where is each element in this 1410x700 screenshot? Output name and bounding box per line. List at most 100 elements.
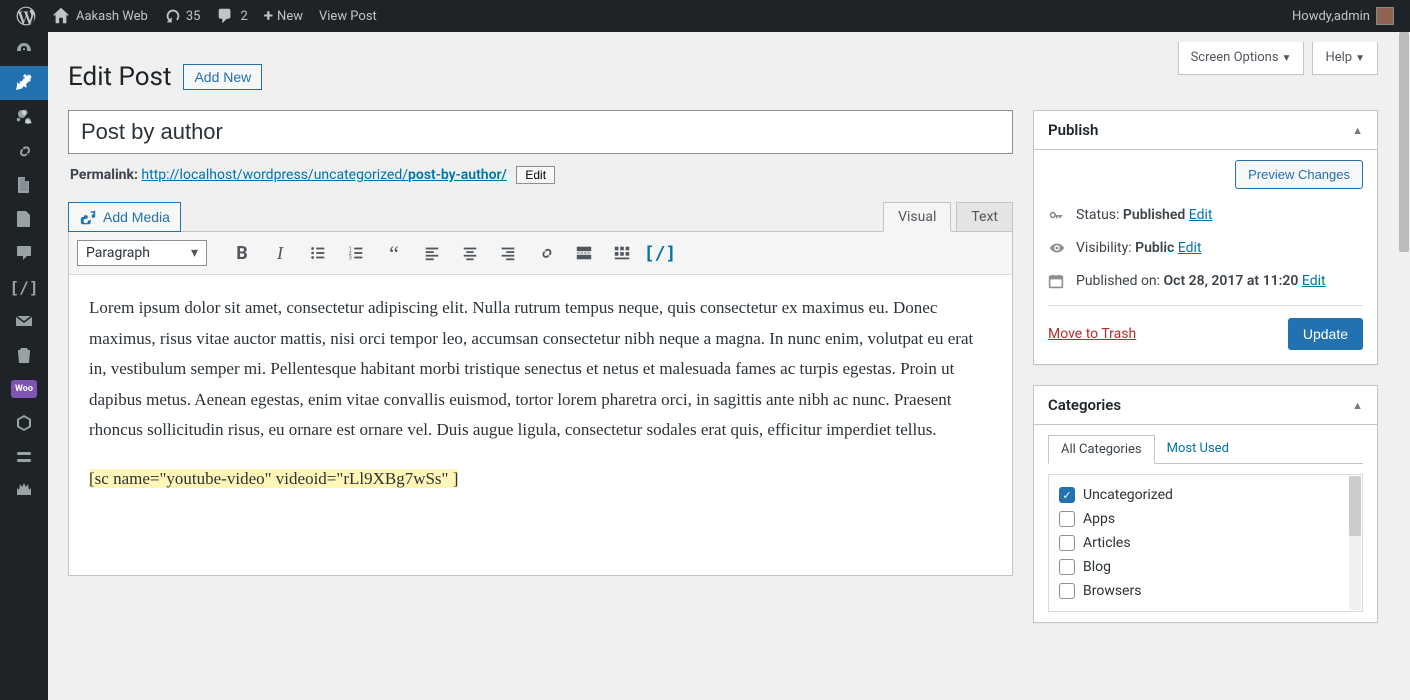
- visibility-value: Public: [1135, 240, 1174, 256]
- avatar: [1376, 7, 1394, 25]
- add-media-label: Add Media: [103, 209, 170, 225]
- link-button[interactable]: [529, 238, 563, 268]
- camera-music-icon: [79, 208, 97, 226]
- checkbox-icon[interactable]: [1059, 535, 1075, 551]
- admin-toolbar: Aakash Web 35 2 +New View Post Howdy, ad…: [0, 0, 1410, 32]
- view-post-label: View Post: [319, 9, 377, 24]
- page-scrollbar[interactable]: [1398, 32, 1410, 700]
- read-more-button[interactable]: [567, 238, 601, 268]
- menu-trash[interactable]: [0, 338, 48, 372]
- my-account-link[interactable]: Howdy, admin: [1284, 0, 1402, 32]
- menu-shortcoder[interactable]: [/]: [0, 270, 48, 304]
- category-label: Apps: [1083, 511, 1115, 527]
- menu-products[interactable]: [0, 406, 48, 440]
- plus-icon: +: [264, 6, 273, 26]
- comments-count: 2: [240, 9, 247, 24]
- published-edit-link[interactable]: Edit: [1302, 273, 1326, 289]
- checkbox-icon[interactable]: [1059, 559, 1075, 575]
- site-name-link[interactable]: Aakash Web: [44, 0, 156, 32]
- post-title-input[interactable]: [68, 110, 1013, 154]
- screen-options-button[interactable]: Screen Options▼: [1178, 42, 1305, 75]
- menu-plugin2[interactable]: [0, 474, 48, 508]
- menu-pages[interactable]: [0, 168, 48, 202]
- categories-list: ✓ Uncategorized Apps Articles Blog Browse…: [1048, 474, 1363, 612]
- key-icon: [1048, 207, 1066, 223]
- category-item[interactable]: Articles: [1059, 531, 1352, 555]
- format-select[interactable]: Paragraph: [77, 240, 207, 266]
- view-post-link[interactable]: View Post: [311, 0, 385, 32]
- permalink-link[interactable]: http://localhost/wordpress/uncategorized…: [141, 167, 506, 183]
- page-title: Edit Post: [68, 62, 171, 92]
- editor-shortcode: [sc name="youtube-video" videoid="rLl9XB…: [89, 469, 458, 488]
- wp-logo-menu[interactable]: [8, 0, 44, 32]
- publish-postbox: Publish ▲ Preview Changes Status: Publis…: [1033, 110, 1378, 365]
- bold-button[interactable]: B: [225, 238, 259, 268]
- chevron-down-icon: ▼: [1355, 53, 1365, 64]
- menu-woocommerce[interactable]: Woo: [11, 380, 37, 398]
- category-item[interactable]: Blog: [1059, 555, 1352, 579]
- category-item[interactable]: Apps: [1059, 507, 1352, 531]
- howdy-prefix: Howdy,: [1292, 9, 1334, 24]
- updates-link[interactable]: 35: [156, 0, 209, 32]
- categories-heading: Categories: [1048, 396, 1121, 414]
- editor-tab-text[interactable]: Text: [956, 202, 1013, 232]
- add-media-button[interactable]: Add Media: [68, 202, 181, 232]
- categories-toggle[interactable]: ▲: [1352, 399, 1363, 412]
- checkbox-icon[interactable]: [1059, 583, 1075, 599]
- visibility-icon: [1048, 239, 1066, 257]
- comments-icon: [216, 7, 234, 25]
- menu-pages2[interactable]: [0, 202, 48, 236]
- menu-comments[interactable]: [0, 236, 48, 270]
- category-item[interactable]: ✓ Uncategorized: [1059, 483, 1352, 507]
- add-new-button[interactable]: Add New: [183, 64, 262, 90]
- new-content-link[interactable]: +New: [256, 0, 311, 32]
- numbered-list-button[interactable]: 123: [339, 238, 373, 268]
- bullet-list-button[interactable]: [301, 238, 335, 268]
- align-center-button[interactable]: [453, 238, 487, 268]
- updates-count: 35: [186, 9, 201, 24]
- categories-scrollbar[interactable]: [1349, 476, 1361, 610]
- svg-text:3: 3: [349, 255, 352, 261]
- toolbar-toggle-button[interactable]: [605, 238, 639, 268]
- menu-plugin1[interactable]: [0, 440, 48, 474]
- categories-postbox: Categories ▲ All Categories Most Used ✓ U…: [1033, 385, 1378, 623]
- status-edit-link[interactable]: Edit: [1189, 207, 1213, 223]
- site-name: Aakash Web: [76, 9, 148, 24]
- editor-toolbar: Paragraph B I 123 “ [/]: [69, 232, 1012, 275]
- update-button[interactable]: Update: [1288, 318, 1363, 350]
- blockquote-button[interactable]: “: [377, 238, 411, 268]
- move-to-trash-link[interactable]: Move to Trash: [1048, 326, 1136, 342]
- category-item[interactable]: Browsers: [1059, 579, 1352, 603]
- categories-tab-most-used[interactable]: Most Used: [1155, 435, 1241, 463]
- checkbox-icon[interactable]: ✓: [1059, 487, 1075, 503]
- menu-dashboard[interactable]: [0, 32, 48, 66]
- menu-contact[interactable]: [0, 304, 48, 338]
- shortcoder-button[interactable]: [/]: [643, 238, 677, 268]
- visibility-edit-link[interactable]: Edit: [1178, 240, 1202, 256]
- align-right-button[interactable]: [491, 238, 525, 268]
- menu-links[interactable]: [0, 134, 48, 168]
- updates-icon: [164, 7, 182, 25]
- checkbox-icon[interactable]: [1059, 511, 1075, 527]
- chevron-down-icon: ▼: [1282, 53, 1292, 64]
- editor-tab-visual[interactable]: Visual: [883, 202, 951, 232]
- help-button[interactable]: Help▼: [1312, 42, 1378, 75]
- preview-changes-button[interactable]: Preview Changes: [1235, 160, 1363, 189]
- italic-button[interactable]: I: [263, 238, 297, 268]
- permalink-row: Permalink: http://localhost/wordpress/un…: [70, 166, 1013, 184]
- home-icon: [52, 7, 70, 25]
- editor-paragraph: Lorem ipsum dolor sit amet, consectetur …: [89, 293, 992, 446]
- categories-tab-all[interactable]: All Categories: [1048, 435, 1155, 464]
- permalink-edit-button[interactable]: Edit: [516, 166, 555, 184]
- menu-posts[interactable]: [0, 66, 48, 100]
- comments-link[interactable]: 2: [208, 0, 255, 32]
- category-label: Uncategorized: [1083, 487, 1173, 503]
- menu-media[interactable]: [0, 100, 48, 134]
- permalink-label: Permalink:: [70, 167, 141, 183]
- visibility-label: Visibility:: [1076, 240, 1135, 256]
- publish-toggle[interactable]: ▲: [1352, 124, 1363, 137]
- editor-wrap: Paragraph B I 123 “ [/] Lorem ipsu: [68, 231, 1013, 576]
- align-left-button[interactable]: [415, 238, 449, 268]
- content-area: Screen Options▼ Help▼ Edit Post Add New …: [48, 32, 1398, 700]
- editor-body[interactable]: Lorem ipsum dolor sit amet, consectetur …: [69, 275, 1012, 575]
